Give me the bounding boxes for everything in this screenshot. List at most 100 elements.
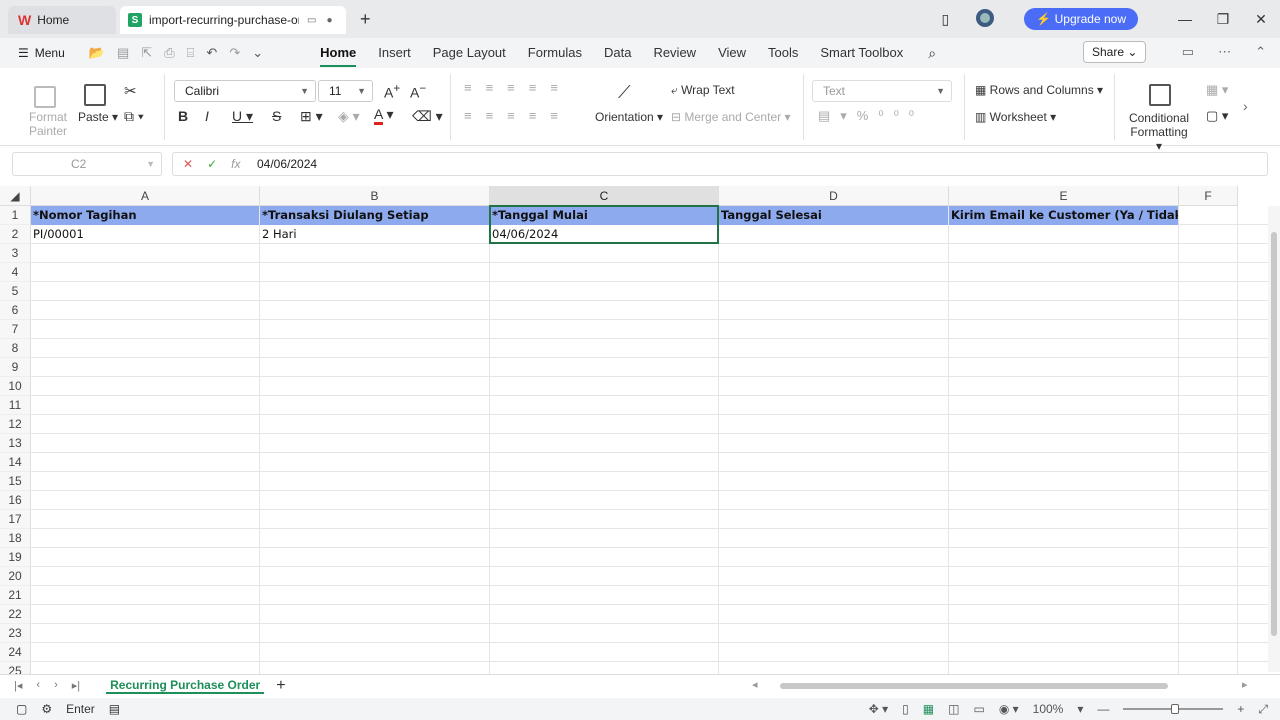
tab-view[interactable]: View [707,38,757,68]
row-header-10[interactable]: 10 [0,377,31,396]
underline-icon[interactable]: U ▾ [232,108,253,125]
row-header-8[interactable]: 8 [0,339,31,358]
column-header-b[interactable]: B [260,186,490,206]
cell-e2[interactable] [949,225,1178,244]
open-icon[interactable]: 📂 [89,45,105,61]
formula-input[interactable]: ✕ ✓ fx 04/06/2024 [172,152,1268,176]
normal-view-icon[interactable]: ▦ [923,702,934,716]
vertical-scroll-thumb[interactable] [1271,232,1277,636]
hscroll-right-icon[interactable]: ▸ [1242,678,1248,691]
tab-data[interactable]: Data [593,38,642,68]
row-header-15[interactable]: 15 [0,472,31,491]
tab-tools[interactable]: Tools [757,38,809,68]
function-icon[interactable]: fx [231,157,240,171]
row-header-11[interactable]: 11 [0,396,31,415]
page-icon[interactable]: ▢ [16,702,27,716]
row-header-2[interactable]: 2 [0,225,31,244]
next-sheet-icon[interactable]: › [54,679,58,692]
paste-button[interactable]: Paste ▾ [78,110,118,124]
column-header-e[interactable]: E [949,186,1179,206]
unsaved-dot-icon[interactable]: ● [326,15,332,26]
header-cell-a1[interactable]: *Nomor Tagihan [31,206,259,225]
row-header-22[interactable]: 22 [0,605,31,624]
menu-button[interactable]: ☰ Menu [18,46,65,60]
wrap-text-button[interactable]: ⤶ Wrap Text [671,83,735,98]
orientation-icon[interactable]: ⟋ [618,82,631,103]
column-header-d[interactable]: D [719,186,949,206]
export-icon[interactable]: ⇱ [141,45,152,61]
new-tab-button[interactable]: + [360,9,371,30]
row-header-24[interactable]: 24 [0,643,31,662]
restore-icon[interactable]: ❐ [1204,11,1242,28]
row-header-21[interactable]: 21 [0,586,31,605]
confirm-icon[interactable]: ✓ [207,157,217,171]
tab-formulas[interactable]: Formulas [517,38,593,68]
tab-review[interactable]: Review [642,38,707,68]
cell-a2[interactable]: PI/00001 [31,225,259,244]
prev-sheet-icon[interactable]: ‹ [36,679,40,692]
vertical-align-icons[interactable]: ≡≡≡≡≡ [464,80,572,95]
orientation-button[interactable]: Orientation ▾ [595,110,663,124]
row-header-4[interactable]: 4 [0,263,31,282]
vertical-scrollbar[interactable] [1268,206,1280,672]
tab-home[interactable]: W Home [8,6,116,34]
fill-icon[interactable]: ▦ ▾ [1206,82,1228,98]
redo-icon[interactable]: ↷ [229,45,240,61]
crosshair-icon[interactable]: ✥ ▾ [869,702,888,716]
column-header-f[interactable]: F [1179,186,1238,206]
row-header-23[interactable]: 23 [0,624,31,643]
font-size-select[interactable]: 11 ▼ [318,80,373,102]
avatar[interactable] [966,8,1004,31]
cancel-icon[interactable]: ✕ [183,157,193,171]
row-header-3[interactable]: 3 [0,244,31,263]
row-header-19[interactable]: 19 [0,548,31,567]
zoom-out-icon[interactable]: — [1097,702,1109,716]
conditional-formatting-icon[interactable] [1149,84,1171,106]
search-icon[interactable]: ⌕ [928,45,936,62]
row-header-9[interactable]: 9 [0,358,31,377]
row-header-13[interactable]: 13 [0,434,31,453]
close-icon[interactable]: ✕ [1242,11,1280,28]
minimize-icon[interactable]: — [1166,11,1204,27]
copy-icon[interactable]: ⧉ ▾ [124,108,144,125]
select-all-corner[interactable]: ◢ [0,186,31,206]
hscroll-left-icon[interactable]: ◂ [752,678,758,691]
record-icon[interactable]: ▤ [109,702,120,716]
tab-insert[interactable]: Insert [367,38,422,68]
split-view-icon[interactable]: ◫ [948,702,959,716]
fill-color-icon[interactable]: ◈ ▾ [338,108,360,125]
macro-icon[interactable]: ⚙ [41,702,52,716]
worksheet-button[interactable]: ▥ Worksheet ▾ [975,110,1056,124]
font-color-icon[interactable]: A ▾ [374,106,394,125]
header-cell-e1[interactable]: Kirim Email ke Customer (Ya / Tidak) [949,206,1178,225]
collapse-ribbon-icon[interactable]: ⌃ [1255,44,1266,60]
row-header-16[interactable]: 16 [0,491,31,510]
number-format-icons[interactable]: ▤▾%⁰⁰⁰ [818,108,924,124]
row-header-20[interactable]: 20 [0,567,31,586]
row-header-17[interactable]: 17 [0,510,31,529]
monitor-icon[interactable]: ▭ [307,15,316,26]
upgrade-button[interactable]: ⚡ Upgrade now [1024,8,1138,30]
ribbon-scroll-right-icon[interactable]: › [1243,98,1248,114]
conditional-formatting-button[interactable]: Conditional Formatting ▾ [1126,111,1192,153]
format-painter-icon[interactable] [34,86,56,108]
cell-b2[interactable]: 2 Hari [260,225,489,244]
undo-icon[interactable]: ↶ [206,45,217,61]
cell-d2[interactable] [719,225,948,244]
reading-mode-icon[interactable]: ▯ [926,11,964,28]
tab-smart-toolbox[interactable]: Smart Toolbox [809,38,914,68]
borders-icon[interactable]: ⊞ ▾ [300,108,323,125]
column-header-c[interactable]: C [490,186,719,206]
zoom-in-icon[interactable]: + [1237,702,1244,716]
merge-center-button[interactable]: ⊟ Merge and Center ▾ [671,110,790,124]
sheet-tab-recurring-purchase-order[interactable]: Recurring Purchase Order [106,678,265,694]
share-button[interactable]: Share ⌄ [1083,41,1147,63]
print-icon[interactable]: ⎙ [164,45,174,61]
last-sheet-icon[interactable]: ▸| [72,679,80,692]
name-box[interactable]: C2 ▼ [12,152,162,176]
tab-document[interactable]: S import-recurring-purchase-order ▭ ● [120,6,346,34]
row-header-14[interactable]: 14 [0,453,31,472]
row-header-6[interactable]: 6 [0,301,31,320]
comment-icon[interactable]: ▭ [1182,44,1194,60]
zoom-dropdown-icon[interactable]: ▾ [1077,702,1083,716]
